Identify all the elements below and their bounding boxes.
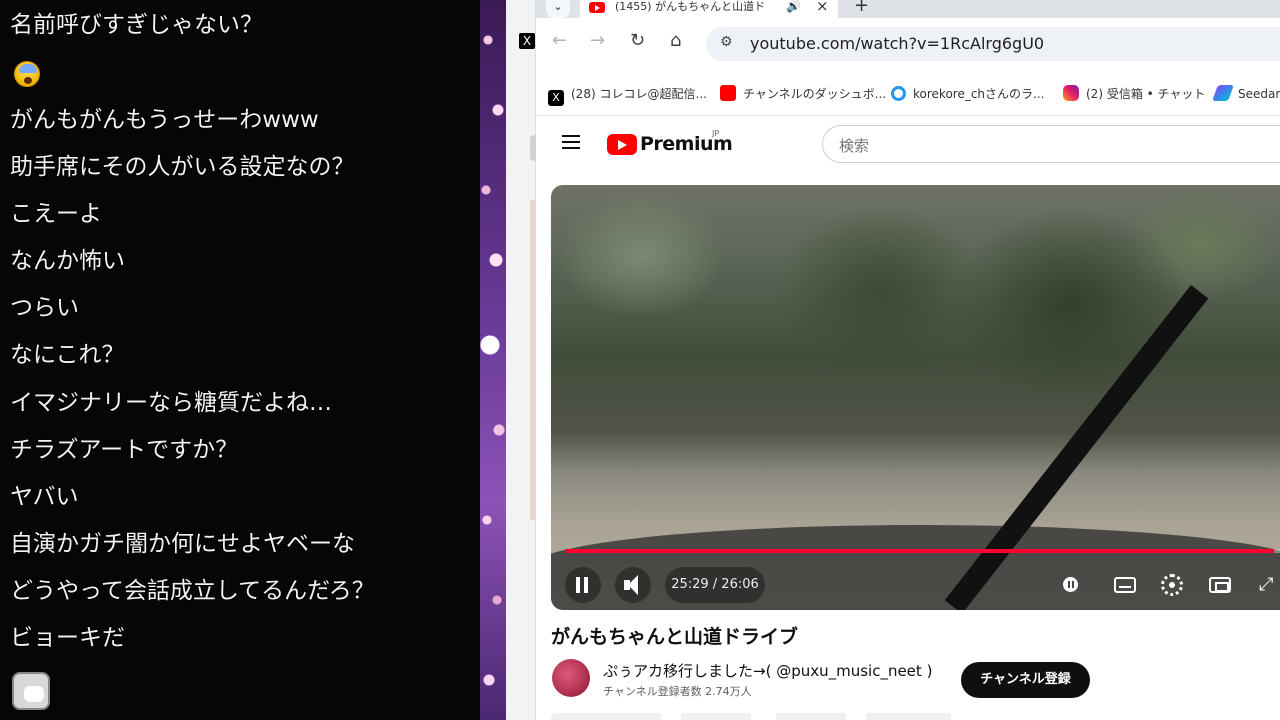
cloud-icon [891, 86, 906, 101]
tab-title: (1455) がんもちゃんと山道ドラ [615, 0, 765, 13]
youtube-icon [720, 85, 736, 101]
volume-button[interactable] [615, 567, 651, 603]
instagram-icon [1063, 85, 1079, 101]
bookmark-channel-dashboard[interactable]: チャンネルのダッシュボ... [720, 85, 886, 102]
chat-message: 名前呼びすぎじゃない？ [10, 12, 263, 38]
chat-message: つらい [10, 295, 79, 321]
browser-toolbar: ← → ↻ ⌂ ⚙ youtube.com/watch?v=1RcAlrg6gU… [536, 18, 1280, 70]
bookmarks-bar: X (28) コレコレ@超配信... チャンネルのダッシュボ... korekor… [536, 70, 1280, 116]
miniplayer-icon[interactable] [1209, 577, 1231, 593]
chat-message: こえーよ [10, 201, 102, 227]
scared-face-emoji-icon [14, 61, 40, 87]
chat-overlay: 名前呼びすぎじゃない？ がんもがんもうっせーわwww 助手席にその人がいる設定な… [0, 0, 480, 720]
time-display: 25:29 / 26:06 [665, 567, 765, 603]
x-icon: X [548, 90, 564, 106]
forward-arrow-icon[interactable]: → [590, 30, 605, 51]
new-tab-plus-icon[interactable]: + [854, 0, 869, 16]
tab-search-chevron-icon[interactable]: ⌄ [546, 0, 570, 18]
settings-gear-icon[interactable] [1161, 574, 1183, 596]
back-arrow-icon[interactable]: ← [552, 30, 567, 51]
chat-message: どうやって会話成立してるんだろ？ [10, 578, 375, 604]
chat-message: なにこれ？ [10, 342, 125, 368]
tab-bar: ⌄ (1455) がんもちゃんと山道ドラ 🔊 × + [536, 0, 1280, 18]
action-chips [551, 713, 1031, 720]
fullscreen-icon[interactable]: ⤢ [1259, 574, 1280, 596]
seed-icon [1212, 85, 1234, 101]
youtube-favicon-icon [589, 2, 605, 13]
region-code: JP [712, 129, 720, 138]
pause-button[interactable] [565, 567, 601, 603]
close-tab-icon[interactable]: × [816, 0, 829, 15]
stamp-sticker-icon [12, 672, 50, 710]
channel-name[interactable]: ぷぅアカ移行しました→( @puxu_music_neet ) [603, 660, 932, 681]
bookmark-korekore-ch[interactable]: korekore_chさんのラ... [891, 85, 1044, 102]
search-input[interactable]: 検索 [822, 125, 1280, 163]
subscriber-count: チャンネル登録者数 2.74万人 [603, 685, 752, 698]
bookmark-label: Seedan [1238, 87, 1280, 101]
bookmark-label: korekore_chさんのラ... [913, 87, 1045, 101]
search-placeholder: 検索 [839, 137, 870, 155]
channel-avatar[interactable] [552, 659, 590, 697]
url-text: youtube.com/watch?v=1RcAlrg6gU0 [750, 34, 1045, 53]
browser-window: X ⌄ (1455) がんもちゃんと山道ドラ 🔊 × + ← → ↻ ⌂ ⚙ y… [506, 0, 1280, 720]
video-player[interactable]: 25:29 / 26:06 ⤢ [551, 185, 1280, 610]
youtube-page: Premium JP 検索 25:29 / 26:06 ⤢ がんもちゃんと山道ド… [536, 117, 1280, 720]
chat-message: ヤバい [10, 484, 79, 510]
chat-message: イマジナリーなら糖質だよね… [10, 390, 332, 416]
site-info-icon[interactable]: ⚙ [720, 34, 733, 50]
tab-youtube-video[interactable]: (1455) がんもちゃんと山道ドラ 🔊 × [580, 0, 838, 18]
bookmark-instagram-inbox[interactable]: (2) 受信箱 • チャット [1063, 85, 1205, 102]
progress-fill[interactable] [565, 549, 1274, 553]
chat-message: チラズアートですか？ [10, 437, 239, 463]
video-frame-dashboard [551, 525, 1280, 610]
sakura-decoration [480, 0, 506, 720]
video-title: がんもちゃんと山道ドライブ [551, 626, 799, 648]
youtube-logo-icon[interactable] [607, 134, 637, 155]
chat-message: がんもがんもうっせーわwww [10, 107, 319, 133]
reload-icon[interactable]: ↻ [630, 30, 645, 51]
subscribe-button[interactable]: チャンネル登録 [961, 662, 1090, 698]
chat-message: ビョーキだ [10, 625, 125, 651]
bookmark-korekore-x[interactable]: X (28) コレコレ@超配信... [548, 85, 707, 106]
x-icon: X [519, 33, 535, 49]
subtitles-icon[interactable] [1114, 577, 1136, 593]
address-bar[interactable]: ⚙ youtube.com/watch?v=1RcAlrg6gU0 [706, 27, 1280, 61]
chat-message: 自演かガチ闇か何にせよヤベーな [10, 531, 355, 557]
bookmark-label: (28) コレコレ@超配信... [571, 87, 707, 101]
speaker-icon[interactable]: 🔊 [786, 0, 801, 13]
menu-hamburger-icon[interactable] [562, 135, 580, 149]
home-icon[interactable]: ⌂ [670, 30, 681, 51]
chat-message: なんか怖い [10, 248, 125, 274]
bookmark-label: チャンネルのダッシュボ... [743, 87, 887, 101]
autoplay-toggle-icon[interactable] [1059, 574, 1081, 596]
bookmark-seedan[interactable]: Seedan [1212, 85, 1280, 101]
chrome-window: ⌄ (1455) がんもちゃんと山道ドラ 🔊 × + ← → ↻ ⌂ ⚙ you… [536, 0, 1280, 720]
chat-message: 助手席にその人がいる設定なの？ [10, 154, 355, 180]
bookmark-label: (2) 受信箱 • チャット [1086, 87, 1206, 101]
background-window: X [506, 0, 538, 720]
